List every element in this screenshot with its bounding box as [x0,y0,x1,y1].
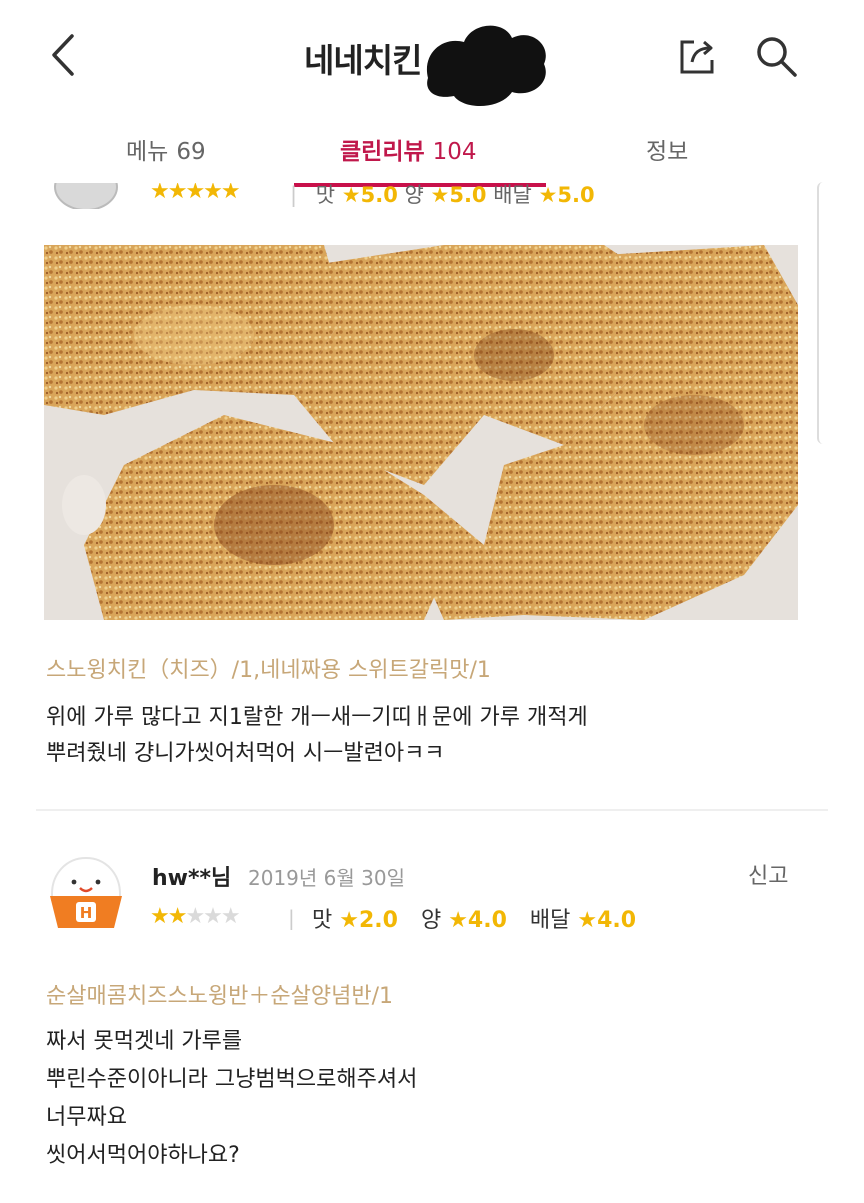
delivery-label: 배달 [493,183,532,207]
delivery-label: 배달 [529,908,571,933]
review-1-menu: 스노윙치킨（치즈）/1,네네짜용 스위트갈릭맛/1 [46,658,491,683]
avatar: H [48,854,124,932]
rice-character-icon: H [50,856,122,928]
review-1-text-line-1: 위에 가루 많다고 지1랄한 개ㅡ새ㅡ기띠ㅐ문에 가루 개적게 [46,705,588,730]
taste-score: ★2.0 [339,908,398,933]
tab-clean-review-label: 클린리뷰 [340,139,425,165]
taste-label: 맛 [315,183,336,207]
delivery-score: ★5.0 [538,183,595,207]
amount-label: 양 [404,183,424,207]
chevron-left-icon [52,34,74,76]
tab-clean-review[interactable]: 클린리뷰 104 [340,132,477,166]
amount-score: ★4.0 [448,908,507,933]
svg-text:H: H [80,904,93,922]
report-button[interactable]: 신고 [748,858,788,890]
tab-info[interactable]: 정보 [646,132,688,166]
scrollbar[interactable] [817,182,829,444]
review-2-stars: ★★★★★ [150,904,241,929]
review-2-text-line-3: 너무짜요 [46,1105,127,1130]
taste-label: 맛 [312,908,333,933]
share-button[interactable] [676,34,720,78]
review-2-text-line-4: 씻어서먹어야하나요? [46,1143,240,1168]
taste-score: ★5.0 [341,183,398,207]
share-icon [680,40,714,74]
page-title: 네네치킨 [304,41,422,80]
tab-menu-count: 69 [176,139,206,165]
review-2-text-line-1: 짜서 못먹겟네 가루를 [46,1029,243,1054]
review-1-header: ★★★★★ | 맛 ★5.0 양 ★5.0 배달 ★5.0 [46,183,786,209]
review-2-text-line-2: 뿌린수준이아니라 그냥범벅으로해주셔서 [46,1067,418,1092]
top-bar: 네네치킨 [0,0,864,110]
review-2-menu: 순살매콤치즈스노윙반＋순살양념반/1 [46,984,394,1009]
tab-bar: 메뉴 69 클린리뷰 104 정보 [0,118,864,188]
redaction-scribble [426,25,546,107]
avatar [54,183,118,209]
amount-label: 양 [420,908,442,933]
review-2-date: 2019년 6월 30일 [248,866,405,890]
tab-clean-review-count: 104 [432,139,477,165]
review-divider [36,809,828,811]
filled-stars: ★★ [150,904,187,929]
review-1-scores: | 맛 ★5.0 양 ★5.0 배달 ★5.0 [290,183,595,207]
review-1-text-line-2: 뿌려줬네 걍니가씻어처먹어 시ㅡ발련아ㅋㅋ [46,741,445,766]
review-1-stars: ★★★★★ [150,183,241,204]
review-2-username: hw**님 [152,866,232,891]
tab-menu-label: 메뉴 [126,139,169,165]
amount-score: ★5.0 [430,183,487,207]
rating-separator: | [288,906,295,930]
search-button[interactable] [752,32,800,80]
back-button[interactable] [44,30,84,80]
empty-stars: ★★★ [185,904,240,929]
review-photo[interactable] [44,245,798,620]
search-icon [757,37,797,77]
delivery-score: ★4.0 [577,908,637,933]
tab-info-label: 정보 [646,139,689,165]
tab-menu[interactable]: 메뉴 69 [126,132,206,166]
review-2-scores: 맛 ★2.0 양 ★4.0 배달 ★4.0 [312,902,652,934]
fried-chicken-photo [44,245,798,620]
